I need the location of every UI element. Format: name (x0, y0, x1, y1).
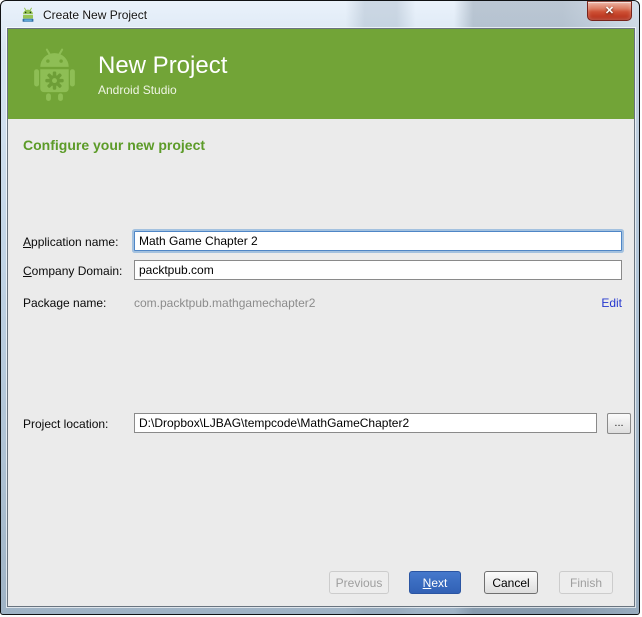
window-title: Create New Project (43, 8, 148, 22)
application-name-label-text: pplication name: (31, 235, 119, 249)
next-button-label-text: ext (431, 575, 448, 590)
finish-button[interactable]: Finish (559, 571, 613, 594)
wizard-header-text: New Project Android Studio (98, 52, 227, 97)
create-new-project-dialog: Create New Project ✕ New Project Android… (0, 0, 640, 615)
wizard-title: New Project (98, 51, 228, 79)
close-button[interactable]: ✕ (587, 1, 632, 21)
close-icon: ✕ (604, 4, 615, 17)
page-title: Configure your new project (23, 137, 206, 153)
ellipsis-icon: ... (614, 417, 624, 429)
dialog-content: New Project Android Studio Configure you… (7, 28, 635, 607)
android-studio-app-icon (22, 7, 34, 22)
company-domain-input[interactable] (134, 260, 622, 280)
next-button[interactable]: Next (409, 571, 461, 594)
cancel-button[interactable]: Cancel (484, 571, 538, 594)
android-robot-gear-icon (34, 48, 75, 101)
edit-package-link[interactable]: Edit (601, 296, 622, 310)
application-name-input[interactable] (134, 231, 622, 251)
wizard-header: New Project Android Studio (8, 29, 634, 119)
package-name-value: com.packtpub.mathgamechapter2 (134, 296, 316, 310)
application-name-label: Application name: (23, 235, 118, 249)
wizard-subtitle: Android Studio (98, 82, 177, 97)
company-domain-label: Company Domain: (23, 264, 122, 278)
company-domain-mnemonic: C (23, 264, 32, 278)
package-name-label: Package name: (23, 296, 107, 310)
company-domain-label-text: ompany Domain: (31, 264, 123, 278)
previous-button[interactable]: Previous (329, 571, 389, 594)
browse-button[interactable]: ... (607, 413, 631, 434)
application-name-mnemonic: A (23, 235, 32, 249)
project-location-label: Project location: (23, 417, 109, 431)
project-location-input[interactable] (134, 413, 597, 433)
titlebar[interactable]: Create New Project ✕ (1, 1, 639, 28)
